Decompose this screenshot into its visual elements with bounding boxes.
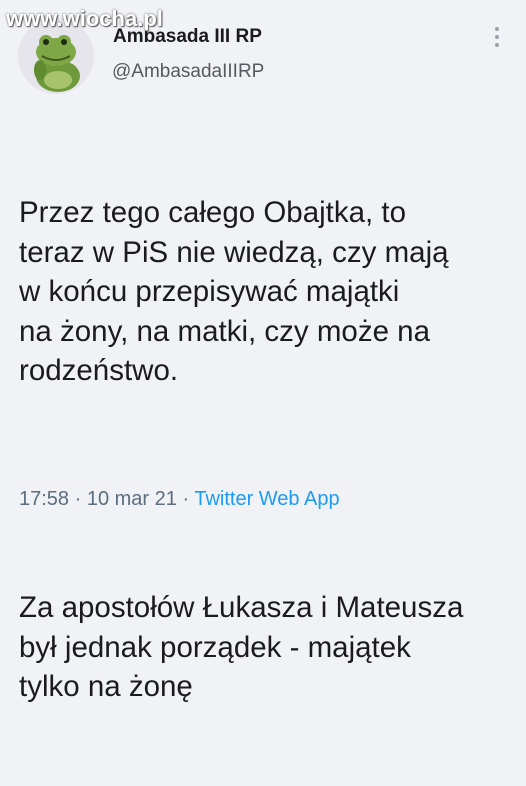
tweet-time[interactable]: 17:58: [19, 488, 69, 510]
tweet-meta: 17:58 · 10 mar 21 · Twitter Web App: [19, 488, 340, 511]
tweet-date[interactable]: 10 mar 21: [87, 488, 177, 510]
watermark: www.wiocha.pl: [6, 6, 163, 31]
tweet-card: www.wiocha.pl Ambasada III RP @AmbasadaI…: [0, 0, 526, 703]
meta-separator-2: ·: [176, 488, 195, 510]
tweet-source-link[interactable]: Twitter Web App: [194, 488, 339, 510]
author-handle[interactable]: @AmbasadaIIIRP: [112, 61, 264, 83]
tweet-text: Przez tego całego Obajtka, to teraz w Pi…: [19, 114, 519, 786]
more-dots-graphic: [495, 27, 499, 47]
more-vertical-icon[interactable]: [494, 26, 500, 48]
tweet-paragraph-1: Przez tego całego Obajtka, to teraz w Pi…: [19, 196, 449, 387]
tweet-paragraph-2: Za apostołów Łukasza i Mateusza był jedn…: [19, 591, 464, 703]
meta-separator-1: ·: [69, 488, 87, 510]
